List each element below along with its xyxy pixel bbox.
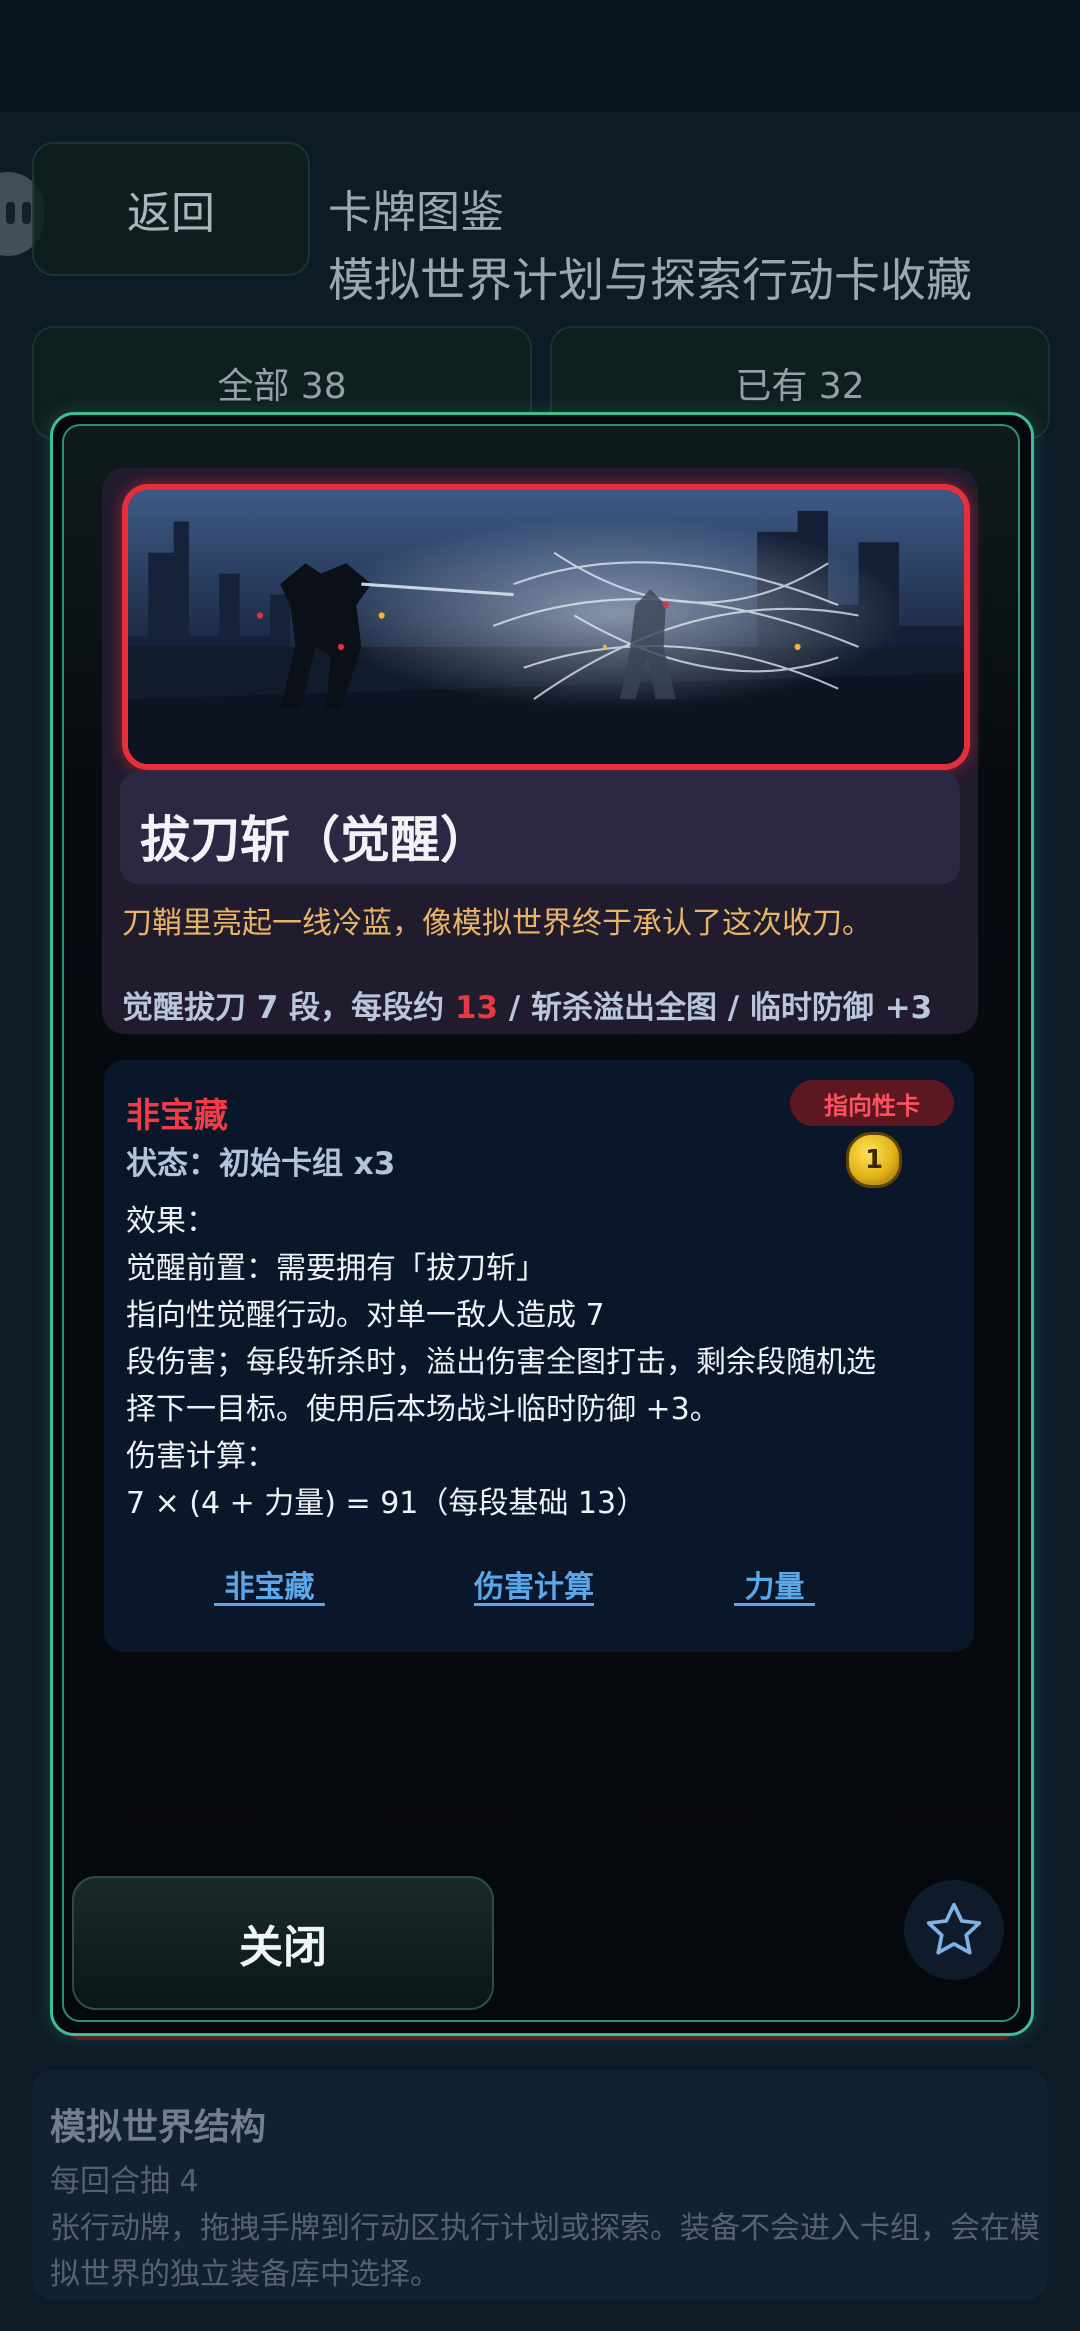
page-title: 卡牌图鉴 (328, 187, 504, 238)
keyword-link-non-treasure[interactable]: 非宝藏 (214, 1562, 325, 1606)
info-card-line2: 张行动牌，拖拽手牌到行动区执行计划或探索。装备不会进入卡组，会在模拟世界的独立装… (50, 2211, 1040, 2292)
effect-line: 效果： (126, 1204, 216, 1239)
effect-line: 觉醒前置：需要拥有「拔刀斩」 (126, 1251, 546, 1286)
card-rarity: 非宝藏 (126, 1096, 228, 1136)
back-button[interactable]: 返回 (32, 142, 310, 276)
keyword-link-strength[interactable]: 力量 (734, 1562, 815, 1606)
info-card-line1: 每回合抽 4 (50, 2164, 199, 2199)
card-stats: 觉醒拔刀 7 段，每段约 13 / 斩杀溢出全图 / 临时防御 +3 (122, 982, 932, 1027)
info-card: 模拟世界结构 每回合抽 4 张行动牌，拖拽手牌到行动区执行计划或探索。装备不会进… (32, 2070, 1048, 2300)
card-detail-panel: 非宝藏 状态：初始卡组 x3 指向性卡 1 效果： 觉醒前置：需要拥有「拔刀斩」… (104, 1060, 974, 1652)
favorite-button[interactable] (904, 1880, 1004, 1980)
info-card-title: 模拟世界结构 (50, 2107, 267, 2148)
effect-line: 段伤害；每段斩杀时，溢出伤害全图打击，剩余段随机选 (126, 1345, 876, 1380)
card-flavor-text: 刀鞘里亮起一线冷蓝，像模拟世界终于承认了这次收刀。 (122, 906, 872, 941)
card-art-frame (122, 484, 970, 770)
effect-line: 指向性觉醒行动。对单一敌人造成 7 (126, 1298, 605, 1333)
stats-prefix: 觉醒拔刀 7 段，每段约 (122, 990, 455, 1026)
keyword-link-damage-calc[interactable]: 伤害计算 (474, 1562, 594, 1606)
handle-dot (22, 202, 31, 224)
page-subtitle: 模拟世界计划与探索行动卡收藏 (328, 253, 972, 307)
status-bar (0, 0, 1080, 112)
effect-line: 伤害计算： (126, 1439, 276, 1474)
handle-dot (6, 202, 15, 224)
card-name-box: 拔刀斩（觉醒） (120, 772, 960, 884)
card-artwork (128, 490, 964, 764)
star-icon (926, 1902, 982, 1955)
card-effect-text: 效果： 觉醒前置：需要拥有「拔刀斩」 指向性觉醒行动。对单一敌人造成 7 段伤害… (126, 1198, 956, 1527)
coin-icon: 1 (846, 1132, 902, 1188)
card-status: 状态：初始卡组 x3 (126, 1146, 396, 1182)
stats-per-hit-value: 13 (454, 990, 499, 1026)
effect-line: 7 × (4 + 力量) = 91（每段基础 13） (126, 1486, 647, 1521)
card-name: 拔刀斩（觉醒） (140, 811, 490, 869)
effect-line: 择下一目标。使用后本场战斗临时防御 +3。 (126, 1392, 720, 1427)
close-button[interactable]: 关闭 (72, 1876, 494, 2010)
stats-suffix: / 斩杀溢出全图 / 临时防御 +3 (498, 990, 933, 1026)
card-type-badge: 指向性卡 (790, 1080, 954, 1126)
